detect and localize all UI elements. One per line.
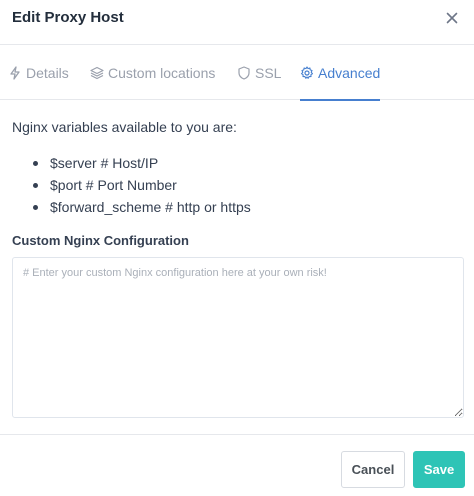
layers-icon [90,66,104,80]
bolt-icon [10,66,20,80]
tab-custom-locations-label: Custom locations [108,65,216,81]
shield-icon [238,66,250,80]
tab-details[interactable]: Details [8,46,69,100]
variables-list: $server # Host/IP $port # Port Number $f… [12,152,251,218]
custom-config-textarea[interactable] [12,257,464,418]
variables-intro: Nginx variables available to you are: [12,119,237,135]
gear-icon [300,66,314,79]
modal-title: Edit Proxy Host [12,9,124,26]
tab-ssl[interactable]: SSL [237,46,281,100]
close-button[interactable] [442,8,462,28]
config-label: Custom Nginx Configuration [12,233,189,248]
tab-custom-locations[interactable]: Custom locations [90,46,215,100]
modal-header: Edit Proxy Host [0,0,474,45]
edit-proxy-host-modal: Edit Proxy Host Details Custom locations [0,0,474,496]
tab-advanced-label: Advanced [318,65,381,81]
save-button[interactable]: Save [413,451,465,488]
tab-ssl-label: SSL [255,65,282,81]
close-icon [446,12,458,24]
tab-bar: Details Custom locations SSL Advanced [0,46,474,101]
variable-item: $server # Host/IP [12,152,251,174]
variable-item: $forward_scheme # http or https [12,196,251,218]
cancel-button[interactable]: Cancel [341,451,405,488]
tab-advanced[interactable]: Advanced [300,46,381,101]
variable-item: $port # Port Number [12,174,251,196]
modal-footer: Cancel Save [0,434,474,496]
tab-details-label: Details [26,65,69,81]
